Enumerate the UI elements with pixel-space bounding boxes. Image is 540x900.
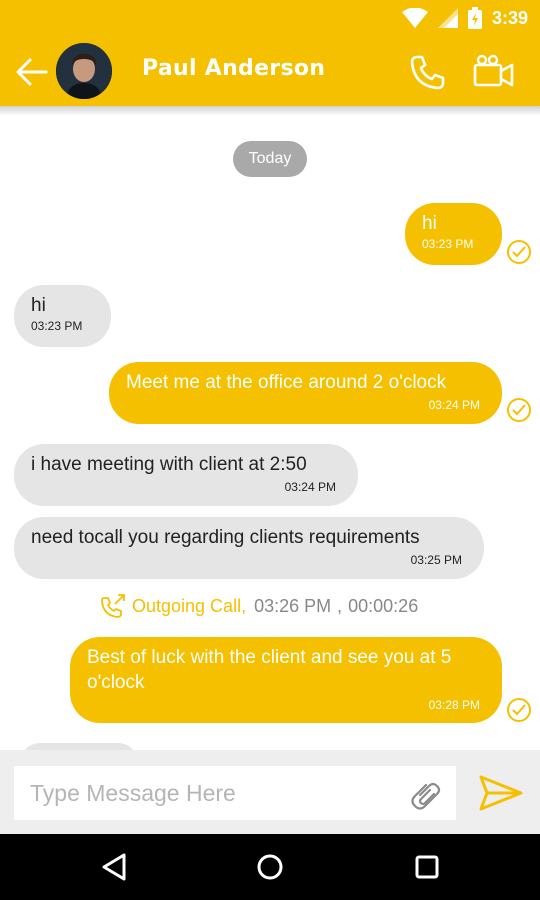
chat-header: Paul Anderson (0, 36, 540, 106)
date-chip: Today (233, 141, 307, 177)
back-arrow-icon[interactable] (14, 54, 50, 90)
message-text: i have meeting with client at 2:50 (31, 454, 307, 475)
message-bubble-outgoing[interactable]: Best of luck with the client and see you… (70, 637, 502, 723)
message-text: need tocall you regarding clients requir… (31, 527, 420, 548)
call-log-time: 03:26 PM (254, 595, 332, 616)
battery-icon (467, 7, 482, 29)
message-text: hi (422, 213, 437, 234)
message-bubble-incoming[interactable]: need tocall you regarding clients requir… (14, 517, 484, 579)
nav-home-icon[interactable] (254, 851, 286, 883)
read-check-icon (507, 240, 531, 264)
message-text: Meet me at the office around 2 o'clock (126, 372, 447, 393)
message-time: 03:25 PM (410, 553, 462, 567)
message-time: 03:24 PM (284, 480, 336, 494)
status-time: 3:39 (491, 7, 528, 28)
message-bubble-incoming[interactable]: i have meeting with client at 2:50 03:24… (14, 444, 358, 506)
system-nav-bar (0, 834, 540, 900)
signal-icon (437, 8, 458, 28)
message-bubble-outgoing[interactable]: hi 03:23 PM (405, 203, 502, 265)
message-list[interactable]: Today hi 03:23 PM hi 03:23 PM Meet me at… (0, 106, 540, 750)
message-bubble-outgoing[interactable]: Meet me at the office around 2 o'clock 0… (109, 362, 502, 424)
nav-back-icon[interactable] (99, 851, 131, 883)
phone-icon[interactable] (408, 52, 448, 92)
header-shadow (0, 106, 540, 116)
contact-name[interactable]: Paul Anderson (142, 56, 325, 81)
message-input[interactable] (14, 766, 394, 820)
call-log-separator: , (337, 595, 343, 616)
call-log-duration: 00:00:26 (348, 595, 419, 616)
video-camera-icon[interactable] (472, 54, 516, 90)
message-bubble-incoming[interactable]: hi 03:23 PM (14, 285, 111, 347)
wifi-icon (401, 8, 428, 28)
send-icon[interactable] (478, 774, 524, 812)
status-bar: 3:39 (0, 0, 540, 36)
nav-recents-icon[interactable] (411, 851, 443, 883)
message-bubble-incoming-partial[interactable] (20, 743, 138, 750)
avatar[interactable] (56, 43, 112, 99)
call-log-label: Outgoing Call, (132, 595, 247, 616)
message-time: 03:24 PM (428, 398, 480, 412)
message-input-container (14, 766, 456, 820)
paperclip-icon[interactable] (410, 778, 442, 810)
message-time: 03:28 PM (428, 698, 480, 712)
message-text: Best of luck with the client and see you… (87, 647, 452, 693)
read-check-icon (507, 398, 531, 422)
message-text: hi (31, 295, 46, 316)
call-log-entry: Outgoing Call, 03:26 PM , 00:00:26 (100, 594, 418, 618)
composer-bar (0, 750, 540, 834)
message-time: 03:23 PM (31, 319, 83, 333)
read-check-icon (507, 698, 531, 722)
message-time: 03:23 PM (422, 237, 474, 251)
outgoing-call-icon (101, 594, 125, 618)
